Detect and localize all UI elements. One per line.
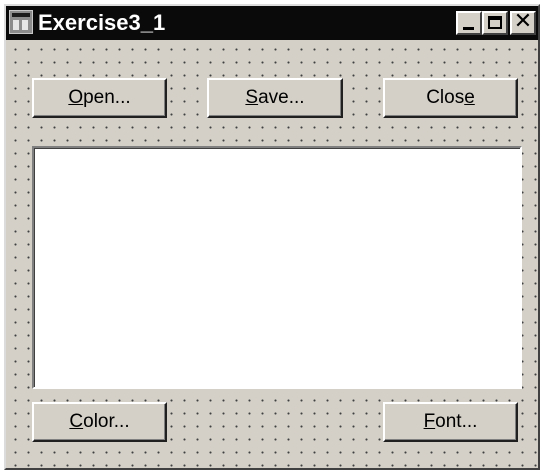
close-icon: ✕ (513, 9, 533, 34)
title-bar[interactable]: Exercise3_1 ✕ (6, 6, 538, 40)
form-window-icon[interactable] (9, 10, 33, 34)
close-label-pre: Clos (426, 87, 465, 108)
open-access-key: O (68, 87, 84, 108)
save-label-post: ave... (258, 87, 305, 108)
text-area[interactable] (32, 146, 522, 389)
color-button[interactable]: Color... (32, 402, 167, 442)
maximize-button[interactable] (482, 11, 508, 35)
font-button[interactable]: Font... (383, 402, 518, 442)
font-label-post: ont... (435, 411, 478, 432)
close-access-key: e (464, 87, 475, 108)
open-label-post: pen... (83, 87, 131, 108)
save-access-key: S (245, 87, 259, 108)
form-window: Exercise3_1 ✕ Open... Save... Close Colo… (4, 4, 540, 470)
minimize-icon (463, 27, 474, 30)
open-button[interactable]: Open... (32, 78, 167, 118)
save-button[interactable]: Save... (207, 78, 343, 118)
maximize-icon (488, 16, 502, 29)
color-access-key: C (69, 411, 84, 432)
close-button[interactable]: Close (383, 78, 518, 118)
design-surface: Open... Save... Close Color... Font... (6, 40, 538, 468)
close-window-button[interactable]: ✕ (510, 9, 536, 35)
window-title: Exercise3_1 (38, 10, 166, 35)
color-label-post: olor... (83, 411, 130, 432)
minimize-button[interactable] (456, 11, 482, 35)
font-access-key: F (423, 411, 436, 432)
